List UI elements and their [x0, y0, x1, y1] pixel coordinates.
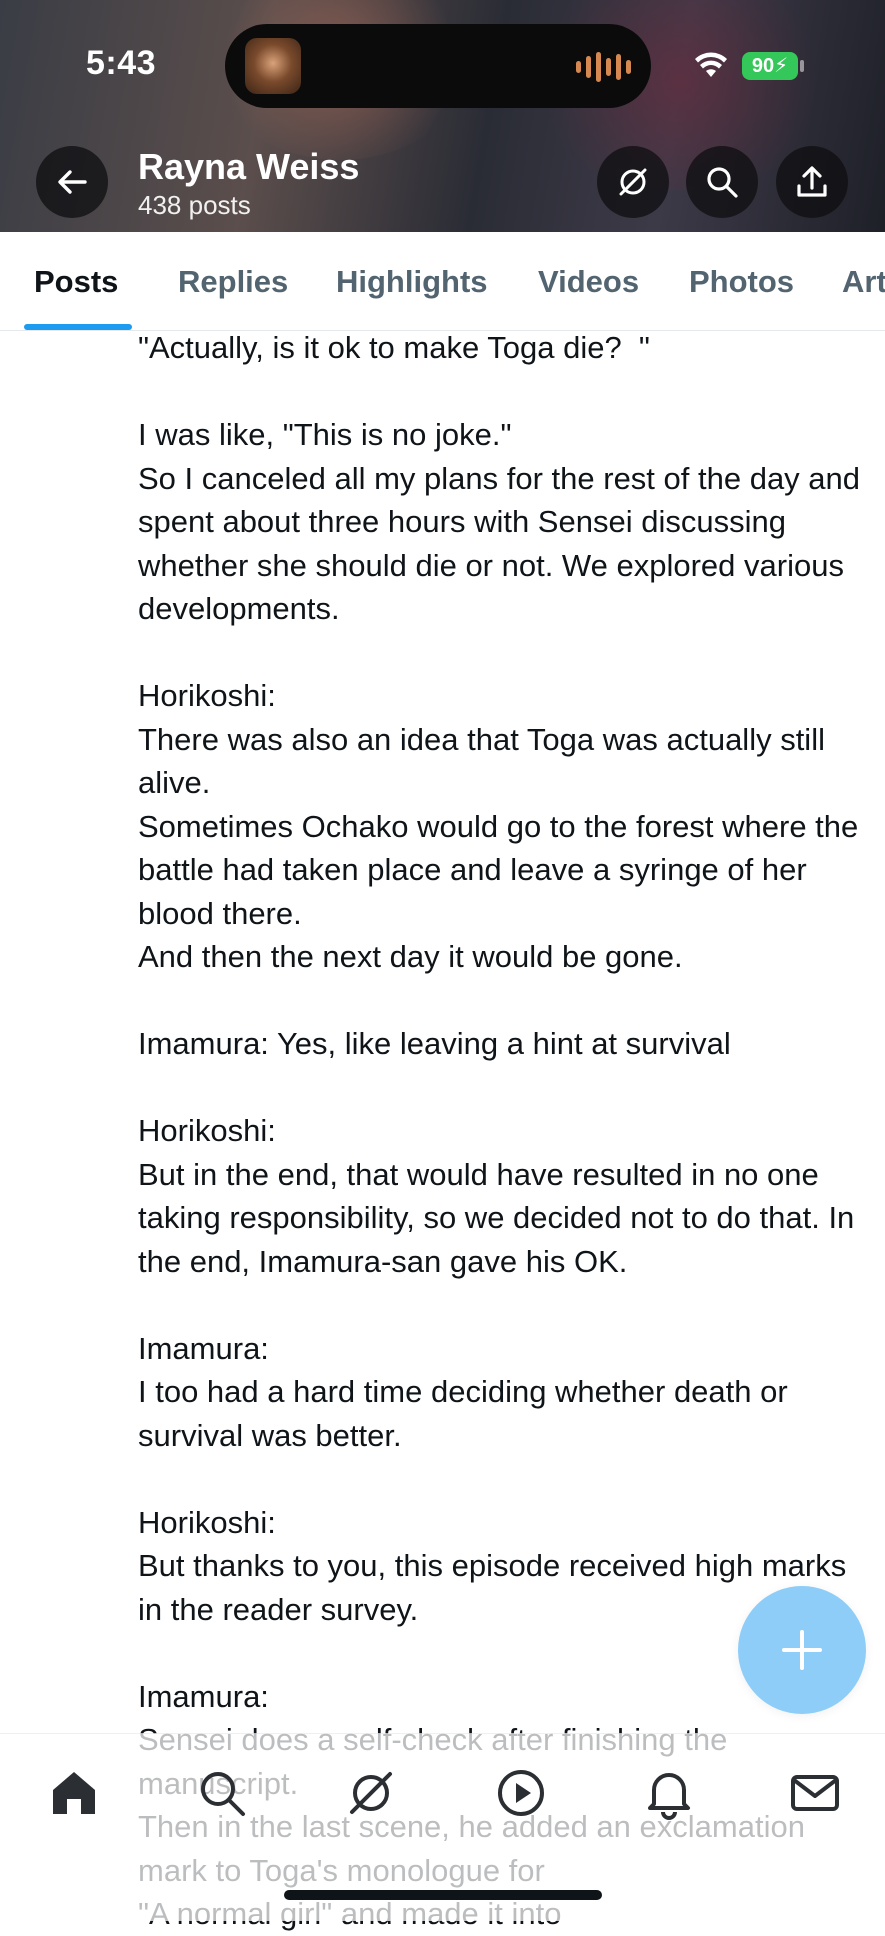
post-count: 438 posts: [138, 190, 251, 220]
mail-icon[interactable]: [788, 1766, 842, 1820]
compose-button[interactable]: [738, 1586, 866, 1714]
post-paragraph: Horikoshi:: [138, 1113, 276, 1148]
home-indicator: [284, 1890, 602, 1900]
paragraph-spacer: [138, 370, 878, 414]
post-paragraph: So I canceled all my plans for the rest …: [138, 460, 869, 627]
paragraph-spacer: [138, 1283, 878, 1327]
paragraph-spacer: [138, 1066, 878, 1110]
profile-header: 5:43 90⚡ Rayna Weiss 438 posts: [0, 0, 885, 232]
tab-videos[interactable]: Videos: [538, 264, 639, 300]
paragraph-spacer: [138, 1457, 878, 1501]
tab-articles[interactable]: Art: [842, 264, 885, 300]
bell-icon[interactable]: [642, 1766, 696, 1820]
back-arrow-icon: [58, 170, 87, 194]
now-playing-artwork: [245, 38, 301, 94]
post-paragraph: Imamura:: [138, 1330, 269, 1366]
battery-cap: [800, 60, 804, 72]
search-icon[interactable]: [195, 1766, 249, 1820]
share-button[interactable]: [776, 146, 848, 218]
paragraph-spacer: [138, 631, 878, 675]
status-time: 5:43: [86, 44, 157, 82]
post-paragraph: And then the next day it would be gone.: [138, 939, 683, 974]
paragraph-spacer: [138, 979, 878, 1023]
tab-photos[interactable]: Photos: [689, 264, 794, 300]
video-play-icon[interactable]: [494, 1766, 548, 1820]
grok-button[interactable]: [597, 146, 669, 218]
plus-icon: [782, 1630, 822, 1670]
battery-indicator: 90⚡: [742, 52, 798, 80]
grok-icon: [619, 168, 647, 196]
home-icon[interactable]: [47, 1766, 101, 1820]
post-paragraph: There was also an idea that Toga was act…: [138, 721, 834, 801]
wifi-icon: [695, 52, 727, 77]
share-icon: [797, 166, 827, 197]
tab-highlights[interactable]: Highlights: [336, 264, 488, 300]
post-paragraph: I too had a hard time deciding whether d…: [138, 1374, 797, 1453]
dynamic-island[interactable]: [225, 24, 651, 108]
grok-icon[interactable]: [344, 1766, 398, 1820]
post-paragraph: Horikoshi:: [138, 1504, 276, 1540]
search-icon: [707, 167, 738, 198]
post-paragraph: Imamura: Yes, like leaving a hint at sur…: [138, 1026, 731, 1061]
active-tab-indicator: [24, 324, 132, 330]
post-paragraph: I was like, "This is no joke.": [138, 417, 512, 452]
post-paragraph: But in the end, that would have resulted…: [138, 1156, 863, 1279]
tab-replies[interactable]: Replies: [178, 264, 288, 300]
profile-name: Rayna Weiss: [138, 146, 360, 187]
search-button[interactable]: [686, 146, 758, 218]
audio-waveform-icon: [576, 52, 631, 82]
post-paragraph: "Actually, is it ok to make Toga die? ": [138, 330, 650, 365]
back-button[interactable]: [36, 146, 108, 218]
post-paragraph: Horikoshi:: [138, 678, 276, 713]
profile-tabs: Posts Replies Highlights Videos Photos A…: [0, 232, 885, 331]
post-paragraph: Sometimes Ochako would go to the forest …: [138, 808, 867, 931]
tab-posts[interactable]: Posts: [34, 264, 118, 300]
